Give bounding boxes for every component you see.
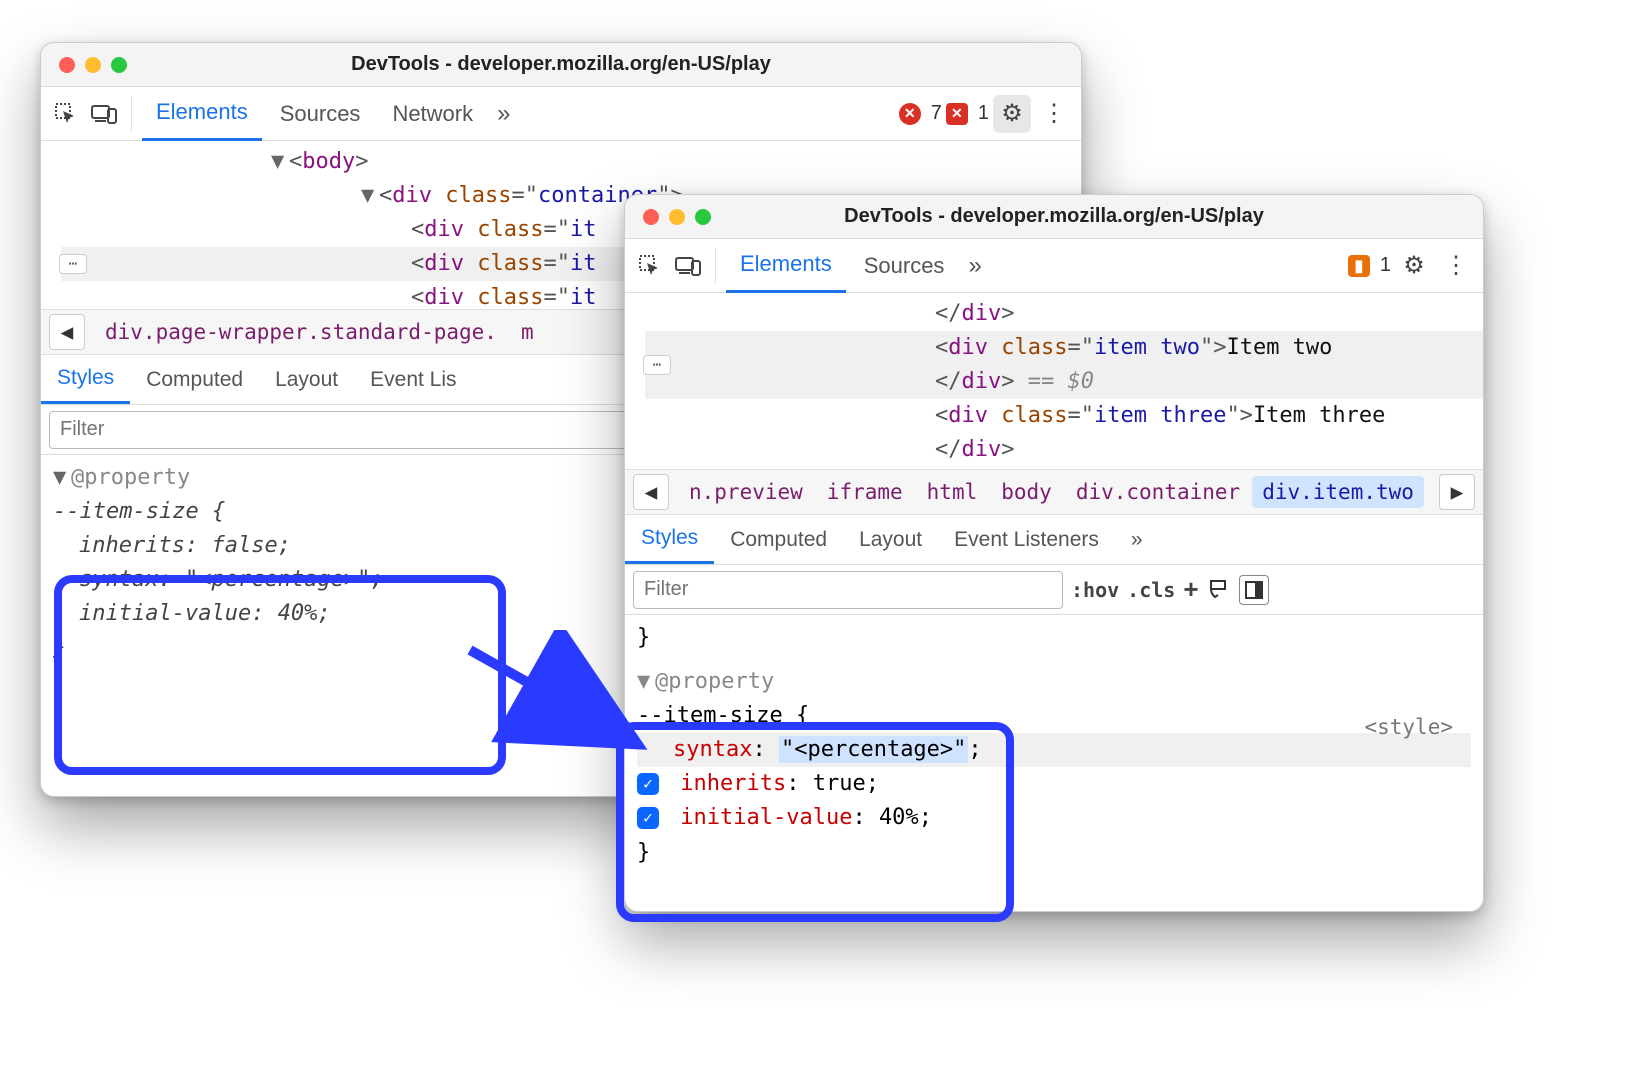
styles-filter-input[interactable] [633, 571, 1063, 609]
subtab-layout[interactable]: Layout [259, 355, 354, 404]
device-toggle-icon[interactable] [671, 249, 705, 283]
traffic-lights[interactable] [643, 209, 711, 225]
minimize-window-icon[interactable] [85, 57, 101, 73]
close-window-icon[interactable] [643, 209, 659, 225]
subtab-events[interactable]: Event Listeners [938, 515, 1115, 564]
warning-count: 1 [1380, 254, 1391, 277]
dom-ellipsis-button[interactable]: ⋯ [59, 254, 87, 274]
kebab-menu-button[interactable]: ⋮ [1035, 95, 1073, 133]
at-property-label: @property [655, 669, 774, 694]
warning-badge[interactable]: ✕ 1 [946, 102, 989, 125]
css-declaration[interactable]: ✓ initial-value: 40%; [637, 801, 1471, 835]
at-property-label: @property [71, 465, 190, 490]
crumb-prev-button[interactable]: ◀ [633, 474, 669, 510]
crumb-next-button[interactable]: ▶ [1439, 474, 1475, 510]
settings-button[interactable]: ⚙ [1395, 247, 1433, 285]
devtools-toolbar: Elements Sources Network » ✕ 7 ✕ 1 ⚙ ⋮ [41, 87, 1081, 141]
warning-badge[interactable]: ▮ 1 [1348, 254, 1391, 277]
dom-node-item-three[interactable]: <div class="item three">Item three </div… [645, 399, 1483, 467]
traffic-lights[interactable] [59, 57, 127, 73]
more-tabs-icon[interactable]: » [491, 100, 516, 128]
settings-button[interactable]: ⚙ [993, 95, 1031, 133]
breadcrumb-item[interactable]: html [915, 480, 990, 504]
crumb-prev-button[interactable]: ◀ [49, 314, 85, 350]
zoom-window-icon[interactable] [111, 57, 127, 73]
subtab-events[interactable]: Event Lis [354, 355, 472, 404]
rule-selector[interactable]: --item-size { [637, 699, 1471, 733]
subtab-styles[interactable]: Styles [625, 515, 714, 564]
breadcrumb-item[interactable]: n.preview [677, 480, 815, 504]
error-badge[interactable]: ✕ 7 [899, 102, 942, 125]
css-declaration[interactable]: ✓ inherits: true; [637, 767, 1471, 801]
dom-node-body[interactable]: ▼<body> [61, 145, 1081, 179]
more-tabs-icon[interactable]: » [962, 252, 987, 280]
styles-pane[interactable]: } ▼@property --item-size { <style> synta… [625, 615, 1483, 882]
dom-tree[interactable]: </div> ⋯ <div class="item two">Item two … [625, 293, 1483, 469]
cls-toggle[interactable]: .cls [1127, 578, 1175, 602]
dom-node-item-one-close[interactable]: </div> [645, 297, 1483, 331]
zoom-window-icon[interactable] [695, 209, 711, 225]
computed-toggle-icon[interactable] [1239, 575, 1269, 605]
warning-icon: ▮ [1348, 255, 1370, 277]
tab-elements[interactable]: Elements [726, 239, 846, 293]
subtab-styles[interactable]: Styles [41, 355, 130, 404]
hov-toggle[interactable]: :hov [1071, 578, 1119, 602]
dom-ellipsis-button[interactable]: ⋯ [643, 355, 671, 375]
breadcrumb-item[interactable]: div.page-wrapper.standard-page. [93, 320, 509, 344]
rule-close-brace: } [637, 621, 1471, 655]
warning-icon: ✕ [946, 103, 968, 125]
css-declaration[interactable]: syntax: "<percentage>"; [637, 733, 1471, 767]
styles-subtabs: Styles Computed Layout Event Listeners » [625, 515, 1483, 565]
declaration-toggle-checkbox[interactable]: ✓ [637, 773, 659, 795]
stylesheet-link[interactable]: <style> [1364, 711, 1453, 744]
subtab-layout[interactable]: Layout [843, 515, 938, 564]
breadcrumb-bar: ◀ n.preview iframe html body div.contain… [625, 469, 1483, 515]
breadcrumb-item[interactable]: iframe [815, 480, 915, 504]
device-toggle-icon[interactable] [87, 97, 121, 131]
more-subtabs-icon[interactable]: » [1115, 515, 1159, 564]
devtools-window-2: DevTools - developer.mozilla.org/en-US/p… [624, 194, 1484, 912]
inspect-icon[interactable] [49, 97, 83, 131]
tab-elements[interactable]: Elements [142, 87, 262, 141]
gear-icon: ⚙ [1001, 99, 1023, 128]
gear-icon: ⚙ [1403, 251, 1425, 280]
styles-filter-row: :hov .cls + [625, 565, 1483, 615]
add-rule-icon[interactable]: + [1183, 574, 1198, 605]
breadcrumb-item-selected[interactable]: div.item.two [1252, 476, 1424, 508]
inspect-icon[interactable] [633, 249, 667, 283]
rule-close-brace: } [637, 836, 1471, 870]
breadcrumb-item[interactable]: div.container [1064, 480, 1252, 504]
subtab-computed[interactable]: Computed [714, 515, 843, 564]
window-title: DevTools - developer.mozilla.org/en-US/p… [641, 205, 1467, 228]
minimize-window-icon[interactable] [669, 209, 685, 225]
error-icon: ✕ [899, 103, 921, 125]
kebab-menu-button[interactable]: ⋮ [1437, 247, 1475, 285]
tab-sources[interactable]: Sources [266, 87, 375, 141]
editing-value[interactable]: "<percentage>" [779, 736, 968, 763]
breadcrumb-item[interactable]: body [989, 480, 1064, 504]
error-count: 7 [931, 102, 942, 125]
window-title: DevTools - developer.mozilla.org/en-US/p… [57, 53, 1065, 76]
declaration-toggle-checkbox[interactable]: ✓ [637, 807, 659, 829]
tab-network[interactable]: Network [378, 87, 487, 141]
dom-node-item-two[interactable]: ⋯ <div class="item two">Item two </div> … [645, 331, 1483, 399]
titlebar: DevTools - developer.mozilla.org/en-US/p… [625, 195, 1483, 239]
tab-sources[interactable]: Sources [850, 239, 959, 293]
close-window-icon[interactable] [59, 57, 75, 73]
warning-count: 1 [978, 102, 989, 125]
titlebar: DevTools - developer.mozilla.org/en-US/p… [41, 43, 1081, 87]
devtools-toolbar: Elements Sources » ▮ 1 ⚙ ⋮ [625, 239, 1483, 293]
subtab-computed[interactable]: Computed [130, 355, 259, 404]
brush-icon[interactable] [1207, 578, 1231, 602]
breadcrumb-item[interactable]: m [509, 320, 546, 344]
